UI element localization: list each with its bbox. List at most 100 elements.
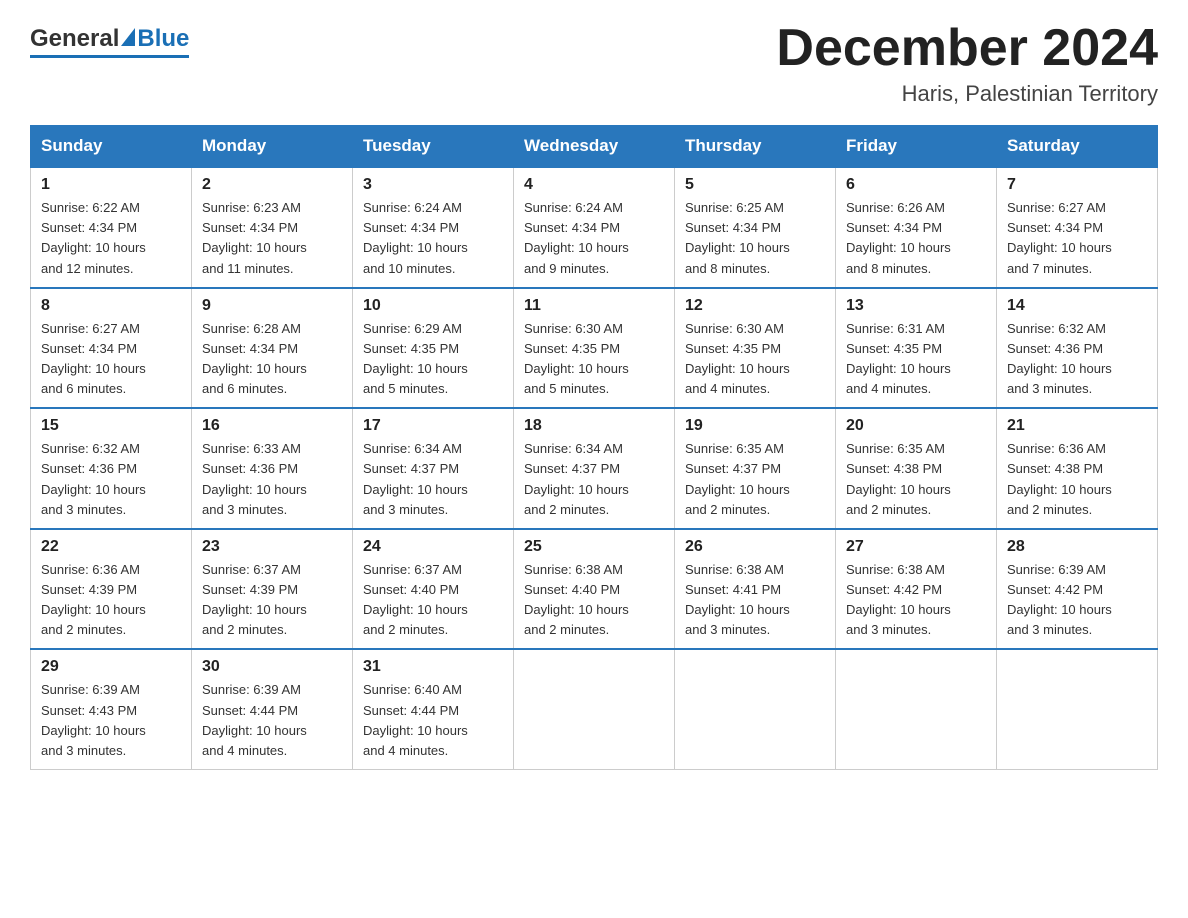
calendar-cell: 4 Sunrise: 6:24 AMSunset: 4:34 PMDayligh… <box>514 167 675 288</box>
calendar-cell: 13 Sunrise: 6:31 AMSunset: 4:35 PMDaylig… <box>836 288 997 409</box>
calendar-cell: 21 Sunrise: 6:36 AMSunset: 4:38 PMDaylig… <box>997 408 1158 529</box>
header-thursday: Thursday <box>675 126 836 168</box>
day-info: Sunrise: 6:34 AMSunset: 4:37 PMDaylight:… <box>524 439 664 520</box>
day-info: Sunrise: 6:35 AMSunset: 4:38 PMDaylight:… <box>846 439 986 520</box>
day-info: Sunrise: 6:26 AMSunset: 4:34 PMDaylight:… <box>846 198 986 279</box>
calendar-cell: 3 Sunrise: 6:24 AMSunset: 4:34 PMDayligh… <box>353 167 514 288</box>
header-tuesday: Tuesday <box>353 126 514 168</box>
day-info: Sunrise: 6:37 AMSunset: 4:39 PMDaylight:… <box>202 560 342 641</box>
header-saturday: Saturday <box>997 126 1158 168</box>
calendar-cell: 11 Sunrise: 6:30 AMSunset: 4:35 PMDaylig… <box>514 288 675 409</box>
day-info: Sunrise: 6:32 AMSunset: 4:36 PMDaylight:… <box>41 439 181 520</box>
day-number: 29 <box>41 658 181 676</box>
day-number: 8 <box>41 297 181 315</box>
day-info: Sunrise: 6:38 AMSunset: 4:40 PMDaylight:… <box>524 560 664 641</box>
day-info: Sunrise: 6:39 AMSunset: 4:44 PMDaylight:… <box>202 680 342 761</box>
header-monday: Monday <box>192 126 353 168</box>
calendar-week-row: 22 Sunrise: 6:36 AMSunset: 4:39 PMDaylig… <box>31 529 1158 650</box>
day-number: 1 <box>41 176 181 194</box>
day-number: 3 <box>363 176 503 194</box>
day-info: Sunrise: 6:36 AMSunset: 4:38 PMDaylight:… <box>1007 439 1147 520</box>
day-info: Sunrise: 6:30 AMSunset: 4:35 PMDaylight:… <box>685 319 825 400</box>
calendar-cell: 29 Sunrise: 6:39 AMSunset: 4:43 PMDaylig… <box>31 649 192 769</box>
day-info: Sunrise: 6:27 AMSunset: 4:34 PMDaylight:… <box>1007 198 1147 279</box>
day-info: Sunrise: 6:39 AMSunset: 4:43 PMDaylight:… <box>41 680 181 761</box>
calendar-cell: 2 Sunrise: 6:23 AMSunset: 4:34 PMDayligh… <box>192 167 353 288</box>
day-info: Sunrise: 6:33 AMSunset: 4:36 PMDaylight:… <box>202 439 342 520</box>
day-number: 19 <box>685 417 825 435</box>
calendar-cell: 30 Sunrise: 6:39 AMSunset: 4:44 PMDaylig… <box>192 649 353 769</box>
day-number: 10 <box>363 297 503 315</box>
day-number: 6 <box>846 176 986 194</box>
day-info: Sunrise: 6:22 AMSunset: 4:34 PMDaylight:… <box>41 198 181 279</box>
day-info: Sunrise: 6:24 AMSunset: 4:34 PMDaylight:… <box>524 198 664 279</box>
day-info: Sunrise: 6:24 AMSunset: 4:34 PMDaylight:… <box>363 198 503 279</box>
day-info: Sunrise: 6:30 AMSunset: 4:35 PMDaylight:… <box>524 319 664 400</box>
day-number: 25 <box>524 538 664 556</box>
day-number: 2 <box>202 176 342 194</box>
day-info: Sunrise: 6:32 AMSunset: 4:36 PMDaylight:… <box>1007 319 1147 400</box>
day-info: Sunrise: 6:28 AMSunset: 4:34 PMDaylight:… <box>202 319 342 400</box>
header-friday: Friday <box>836 126 997 168</box>
calendar-week-row: 8 Sunrise: 6:27 AMSunset: 4:34 PMDayligh… <box>31 288 1158 409</box>
day-number: 28 <box>1007 538 1147 556</box>
day-number: 13 <box>846 297 986 315</box>
calendar-cell: 5 Sunrise: 6:25 AMSunset: 4:34 PMDayligh… <box>675 167 836 288</box>
calendar-cell: 9 Sunrise: 6:28 AMSunset: 4:34 PMDayligh… <box>192 288 353 409</box>
day-info: Sunrise: 6:39 AMSunset: 4:42 PMDaylight:… <box>1007 560 1147 641</box>
day-info: Sunrise: 6:37 AMSunset: 4:40 PMDaylight:… <box>363 560 503 641</box>
day-info: Sunrise: 6:40 AMSunset: 4:44 PMDaylight:… <box>363 680 503 761</box>
day-info: Sunrise: 6:27 AMSunset: 4:34 PMDaylight:… <box>41 319 181 400</box>
day-info: Sunrise: 6:35 AMSunset: 4:37 PMDaylight:… <box>685 439 825 520</box>
calendar-cell <box>997 649 1158 769</box>
day-number: 31 <box>363 658 503 676</box>
day-number: 12 <box>685 297 825 315</box>
day-number: 14 <box>1007 297 1147 315</box>
calendar-week-row: 29 Sunrise: 6:39 AMSunset: 4:43 PMDaylig… <box>31 649 1158 769</box>
calendar-cell: 8 Sunrise: 6:27 AMSunset: 4:34 PMDayligh… <box>31 288 192 409</box>
day-info: Sunrise: 6:25 AMSunset: 4:34 PMDaylight:… <box>685 198 825 279</box>
calendar-cell: 14 Sunrise: 6:32 AMSunset: 4:36 PMDaylig… <box>997 288 1158 409</box>
logo-triangle-icon <box>121 28 135 46</box>
calendar-week-row: 15 Sunrise: 6:32 AMSunset: 4:36 PMDaylig… <box>31 408 1158 529</box>
day-info: Sunrise: 6:34 AMSunset: 4:37 PMDaylight:… <box>363 439 503 520</box>
calendar-week-row: 1 Sunrise: 6:22 AMSunset: 4:34 PMDayligh… <box>31 167 1158 288</box>
calendar-cell: 19 Sunrise: 6:35 AMSunset: 4:37 PMDaylig… <box>675 408 836 529</box>
day-info: Sunrise: 6:29 AMSunset: 4:35 PMDaylight:… <box>363 319 503 400</box>
day-number: 4 <box>524 176 664 194</box>
day-info: Sunrise: 6:38 AMSunset: 4:42 PMDaylight:… <box>846 560 986 641</box>
day-number: 27 <box>846 538 986 556</box>
location-subtitle: Haris, Palestinian Territory <box>776 81 1158 107</box>
calendar-header-row: SundayMondayTuesdayWednesdayThursdayFrid… <box>31 126 1158 168</box>
calendar-cell: 23 Sunrise: 6:37 AMSunset: 4:39 PMDaylig… <box>192 529 353 650</box>
calendar-cell: 24 Sunrise: 6:37 AMSunset: 4:40 PMDaylig… <box>353 529 514 650</box>
day-number: 7 <box>1007 176 1147 194</box>
calendar-cell <box>836 649 997 769</box>
logo-general-text: General <box>30 25 119 53</box>
day-number: 16 <box>202 417 342 435</box>
day-info: Sunrise: 6:36 AMSunset: 4:39 PMDaylight:… <box>41 560 181 641</box>
day-number: 30 <box>202 658 342 676</box>
calendar-cell: 22 Sunrise: 6:36 AMSunset: 4:39 PMDaylig… <box>31 529 192 650</box>
calendar-cell: 20 Sunrise: 6:35 AMSunset: 4:38 PMDaylig… <box>836 408 997 529</box>
logo-underline <box>30 55 189 58</box>
calendar-cell: 26 Sunrise: 6:38 AMSunset: 4:41 PMDaylig… <box>675 529 836 650</box>
day-info: Sunrise: 6:23 AMSunset: 4:34 PMDaylight:… <box>202 198 342 279</box>
calendar-cell: 7 Sunrise: 6:27 AMSunset: 4:34 PMDayligh… <box>997 167 1158 288</box>
calendar-cell: 1 Sunrise: 6:22 AMSunset: 4:34 PMDayligh… <box>31 167 192 288</box>
header-wednesday: Wednesday <box>514 126 675 168</box>
calendar-cell: 12 Sunrise: 6:30 AMSunset: 4:35 PMDaylig… <box>675 288 836 409</box>
day-number: 22 <box>41 538 181 556</box>
calendar-cell: 17 Sunrise: 6:34 AMSunset: 4:37 PMDaylig… <box>353 408 514 529</box>
title-area: December 2024 Haris, Palestinian Territo… <box>776 20 1158 107</box>
day-number: 26 <box>685 538 825 556</box>
day-number: 11 <box>524 297 664 315</box>
calendar-cell: 25 Sunrise: 6:38 AMSunset: 4:40 PMDaylig… <box>514 529 675 650</box>
calendar-cell <box>514 649 675 769</box>
calendar-cell: 10 Sunrise: 6:29 AMSunset: 4:35 PMDaylig… <box>353 288 514 409</box>
day-info: Sunrise: 6:38 AMSunset: 4:41 PMDaylight:… <box>685 560 825 641</box>
month-title: December 2024 <box>776 20 1158 77</box>
calendar-cell: 6 Sunrise: 6:26 AMSunset: 4:34 PMDayligh… <box>836 167 997 288</box>
calendar-cell: 18 Sunrise: 6:34 AMSunset: 4:37 PMDaylig… <box>514 408 675 529</box>
calendar-cell: 27 Sunrise: 6:38 AMSunset: 4:42 PMDaylig… <box>836 529 997 650</box>
